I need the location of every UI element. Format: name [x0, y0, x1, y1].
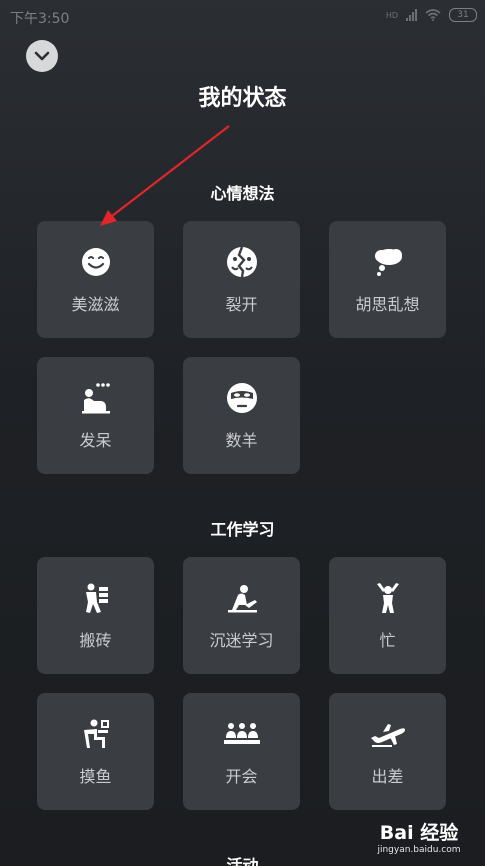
smile-face-icon [37, 247, 154, 277]
tile-label: 裂开 [225, 295, 258, 314]
status-tile-kaihui[interactable]: 开会 [183, 693, 300, 810]
status-tile-chuchai[interactable]: 出差 [329, 693, 446, 810]
tile-label: 开会 [225, 767, 258, 786]
tile-label: 沉迷学习 [209, 631, 274, 650]
tile-label: 美滋滋 [71, 295, 120, 314]
watermark-logo: Bai 经验 [379, 822, 459, 844]
wifi-icon [425, 9, 441, 21]
status-tile-meizizi[interactable]: 美滋滋 [37, 221, 154, 338]
studying-person-icon [183, 583, 300, 613]
sleep-mask-face-icon [183, 383, 300, 413]
collapse-button[interactable] [26, 40, 58, 72]
status-icons: HD 31 [386, 8, 477, 22]
tile-label: 发呆 [79, 431, 112, 450]
slacking-person-icon [37, 719, 154, 749]
network-label: HD [385, 10, 398, 20]
daydream-person-icon [37, 383, 154, 414]
status-bar: 下午3:50 HD 31 [0, 0, 485, 32]
battery-icon: 31 [449, 8, 477, 22]
meeting-people-icon [183, 719, 300, 749]
status-tile-husiluanxiang[interactable]: 胡思乱想 [329, 221, 446, 338]
cracked-face-icon [183, 246, 300, 278]
status-tile-shuyang[interactable]: 数羊 [183, 357, 300, 474]
signal-icon [406, 9, 417, 21]
watermark-url: jingyan.baidu.com [377, 845, 461, 855]
busy-person-icon [329, 583, 446, 613]
tile-label: 忙 [379, 631, 396, 650]
status-tile-liekai[interactable]: 裂开 [183, 221, 300, 338]
section-title-work: 工作学习 [210, 520, 275, 539]
tile-label: 胡思乱想 [355, 295, 420, 314]
status-time: 下午3:50 [10, 11, 70, 27]
status-tile-fadai[interactable]: 发呆 [37, 357, 154, 474]
status-tile-chenmixuexi[interactable]: 沉迷学习 [183, 557, 300, 674]
baidu-jingyan-watermark: Bai 经验 jingyan.baidu.com [359, 822, 479, 862]
tile-label: 出差 [371, 767, 404, 786]
carrying-bricks-icon [37, 583, 154, 613]
thought-cloud-icon [329, 247, 446, 277]
status-tile-moyu[interactable]: 摸鱼 [37, 693, 154, 810]
tile-label: 数羊 [225, 431, 258, 450]
status-tile-banzhuan[interactable]: 搬砖 [37, 557, 154, 674]
tile-label: 搬砖 [79, 631, 112, 650]
chevron-down-icon [34, 51, 50, 61]
status-tile-mang[interactable]: 忙 [329, 557, 446, 674]
section-title-mood: 心情想法 [210, 184, 275, 203]
tile-label: 摸鱼 [79, 767, 112, 786]
page-title: 我的状态 [198, 86, 287, 111]
airplane-icon [329, 719, 446, 749]
